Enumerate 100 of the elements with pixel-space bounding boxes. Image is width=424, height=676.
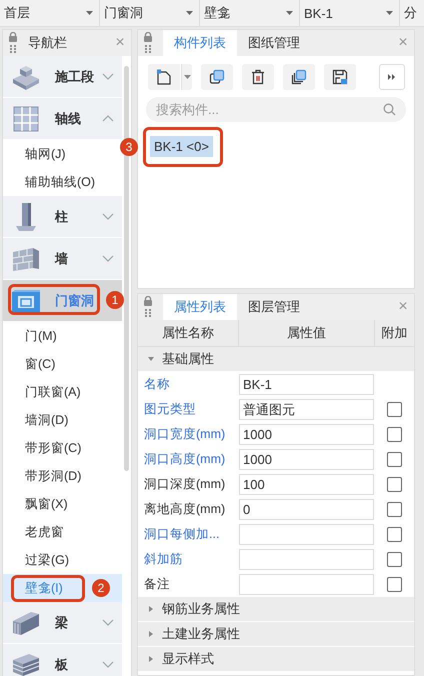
- value-field[interactable]: 100: [239, 474, 374, 495]
- nav-group[interactable]: 轴线: [3, 98, 122, 140]
- toolbar-button[interactable]: [283, 64, 315, 90]
- double-arrow-icon: [387, 73, 397, 81]
- value-field[interactable]: [239, 574, 374, 595]
- nav-item[interactable]: 老虎窗: [3, 518, 122, 546]
- toolbar-button[interactable]: [324, 64, 356, 90]
- checkbox[interactable]: [386, 477, 402, 492]
- nav-group[interactable]: 梁: [3, 602, 122, 644]
- more-button[interactable]: [379, 64, 405, 90]
- nav-item[interactable]: 门(M): [3, 322, 122, 350]
- floor-dropdown[interactable]: 分: [400, 0, 424, 26]
- value-field[interactable]: [239, 549, 374, 570]
- floor-dropdown[interactable]: 首层: [0, 0, 100, 26]
- property-group-header[interactable]: 土建业务属性: [138, 622, 414, 647]
- value-field[interactable]: [239, 524, 374, 545]
- checkbox[interactable]: [386, 502, 402, 517]
- nav-group-label: 柱: [55, 208, 68, 226]
- triangle-right-icon: [148, 631, 154, 637]
- panel-tab[interactable]: 属性列表: [163, 294, 237, 320]
- field-value: 1000: [243, 427, 272, 442]
- checkbox[interactable]: [386, 577, 402, 592]
- property-name: 洞口每侧加...: [143, 526, 220, 543]
- nav-item[interactable]: 墙洞(D): [3, 406, 122, 434]
- nav-item[interactable]: 轴网(J): [3, 140, 122, 168]
- nav-group[interactable]: 柱: [3, 196, 122, 238]
- callout-badge: 1: [106, 291, 124, 309]
- nav-item[interactable]: 飘窗(X): [3, 490, 122, 518]
- nav-item-label: 门联窗(A): [25, 384, 81, 400]
- field-value: 1000: [243, 452, 272, 467]
- panel-title: 导航栏: [28, 34, 67, 52]
- panel-tab[interactable]: 图层管理: [237, 294, 311, 320]
- checkbox[interactable]: [386, 427, 402, 442]
- group-label: 基础属性: [162, 350, 214, 368]
- value-field[interactable]: BK-1: [239, 374, 374, 395]
- nav-group-label: 板: [55, 656, 68, 674]
- triangle-right-icon: [148, 656, 154, 662]
- property-group-header[interactable]: 钢筋业务属性: [138, 597, 414, 622]
- property-name: 洞口深度(mm): [143, 476, 226, 493]
- nav-item[interactable]: 带形窗(C): [3, 434, 122, 462]
- column-header: 属性值: [239, 320, 375, 346]
- nav-item[interactable]: 门联窗(A): [3, 378, 122, 406]
- value-field[interactable]: 普通图元: [239, 399, 374, 420]
- group-label: 显示样式: [162, 650, 214, 668]
- layers-copy-icon: [291, 69, 307, 85]
- nav-group[interactable]: 板: [3, 644, 122, 676]
- nav-item-label: 轴网(J): [25, 146, 66, 162]
- nav-item-label: 带形洞(D): [25, 468, 82, 484]
- nav-item[interactable]: 过梁(G): [3, 546, 122, 574]
- toolbar-button[interactable]: [242, 64, 274, 90]
- checkbox[interactable]: [386, 527, 402, 542]
- floor-dropdown[interactable]: 门窗洞: [100, 0, 200, 26]
- panel-tab[interactable]: 图纸管理: [237, 30, 311, 56]
- checkbox[interactable]: [386, 402, 402, 417]
- checkbox[interactable]: [386, 452, 402, 467]
- field-value: 普通图元: [243, 400, 295, 418]
- value-field[interactable]: 0: [239, 499, 374, 520]
- nav-item-label: 带形窗(C): [25, 440, 82, 456]
- group-label: 钢筋业务属性: [162, 600, 240, 618]
- search-icon: [383, 103, 396, 116]
- nav-group[interactable]: 施工段: [3, 56, 122, 98]
- new-file-icon: [156, 69, 172, 85]
- nav-item-label: 壁龛(I): [25, 580, 63, 596]
- callout-badge: 3: [120, 138, 138, 156]
- callout-badge: 2: [92, 579, 110, 597]
- nav-item[interactable]: 窗(C): [3, 350, 122, 378]
- lock-icon[interactable]: [143, 32, 153, 54]
- triangle-right-icon: [148, 606, 154, 612]
- value-field[interactable]: 1000: [239, 449, 374, 470]
- search-field[interactable]: 搜索构件...: [146, 97, 406, 122]
- value-field[interactable]: 1000: [239, 424, 374, 445]
- field-value: 0: [243, 502, 250, 517]
- nav-group[interactable]: 墙: [3, 238, 122, 280]
- property-name: 洞口高度(mm): [143, 451, 226, 468]
- nav-group[interactable]: 门窗洞 1: [3, 280, 122, 322]
- cube-icon: [11, 64, 41, 90]
- nav-item-label: 老虎窗: [25, 524, 64, 540]
- new-button[interactable]: [148, 64, 180, 90]
- nav-item-label: 墙洞(D): [25, 412, 68, 428]
- nav-item[interactable]: 辅助轴线(O): [3, 168, 122, 196]
- lock-icon[interactable]: [8, 32, 18, 54]
- triangle-down-icon: [148, 356, 154, 362]
- property-group-header[interactable]: 基础属性: [138, 347, 414, 372]
- slab-stack-icon: [11, 652, 41, 676]
- nav-item[interactable]: 带形洞(D): [3, 462, 122, 490]
- toolbar-button[interactable]: [201, 64, 233, 90]
- checkbox[interactable]: [386, 552, 402, 567]
- panel-tab[interactable]: 构件列表: [163, 30, 237, 56]
- pillar-icon: [13, 202, 39, 232]
- lock-icon[interactable]: [143, 296, 153, 318]
- floor-dropdown[interactable]: BK-1: [300, 0, 400, 26]
- floor-dropdown[interactable]: 壁龛: [200, 0, 300, 26]
- property-name: 斜加筋: [143, 551, 184, 568]
- nav-item[interactable]: 壁龛(I) 2: [3, 574, 122, 602]
- brick-wall-icon: [11, 246, 41, 272]
- caret-icon: [286, 11, 293, 15]
- property-group-header[interactable]: 显示样式: [138, 647, 414, 672]
- beam-icon: [11, 610, 41, 636]
- nav-group-label: 轴线: [55, 110, 81, 128]
- component-item[interactable]: BK-1 <0>: [150, 136, 213, 157]
